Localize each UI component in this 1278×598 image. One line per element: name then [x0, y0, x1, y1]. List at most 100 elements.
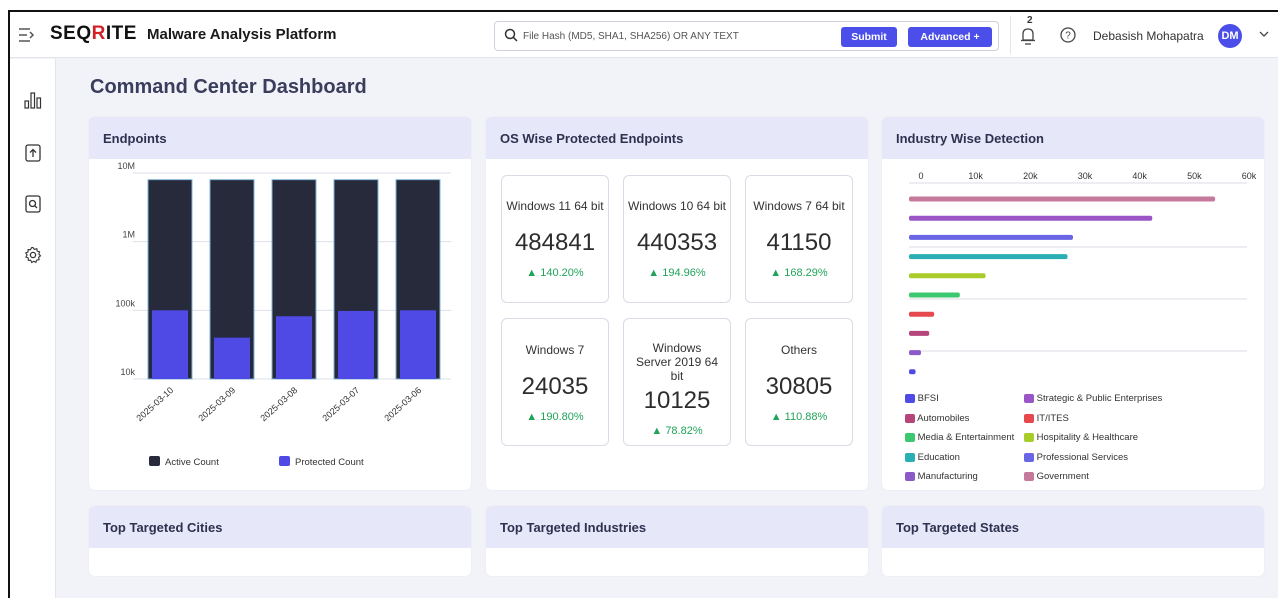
os-name: Others	[780, 343, 817, 357]
trend-up-icon: ▲	[526, 411, 538, 423]
legend-label: BFSI	[915, 393, 939, 404]
advanced-button[interactable]: Advanced +	[908, 27, 992, 47]
endpoints-card: Endpoints 10M 1M 100k 10k 2025-03-10 2025-03-…	[89, 117, 471, 490]
legend-item[interactable]: IT/ITES	[1024, 413, 1069, 424]
os-value: 30805	[765, 373, 833, 400]
legend-item[interactable]: Manufacturing	[905, 471, 978, 482]
app-window: SEQRITE Malware Analysis Platform File H…	[8, 10, 1278, 598]
industry-bar	[909, 254, 1068, 260]
legend-label: Government	[1034, 471, 1089, 483]
settings-gear-icon[interactable]	[24, 246, 42, 264]
avatar[interactable]: DM	[1218, 24, 1242, 48]
top-bar: SEQRITE Malware Analysis Platform File H…	[10, 12, 1278, 58]
os-wise-card: OS Wise Protected Endpoints Windows 11 6…	[486, 117, 868, 490]
os-stat-box[interactable]: Others 30805 ▲ 110.88%	[745, 318, 853, 446]
y-tick-label: 10k	[120, 367, 135, 377]
legend-swatch	[279, 456, 290, 466]
bell-icon[interactable]	[1020, 26, 1036, 46]
x-tick-label: 2025-03-06	[382, 385, 423, 423]
submit-button[interactable]: Submit	[841, 27, 897, 47]
os-value: 10125	[643, 387, 711, 414]
legend-label: Protected Count	[295, 457, 364, 468]
brand-logo[interactable]: SEQRITE	[50, 23, 137, 45]
legend-label: Active Count	[165, 457, 219, 468]
legend-item[interactable]: Professional Services	[1024, 452, 1128, 463]
bar-chart-icon[interactable]	[24, 91, 42, 109]
legend-label: Professional Services	[1034, 451, 1128, 463]
industry-chart: 0 10k 20k 30k 40k 50k 60k	[909, 171, 1257, 375]
search-icon	[504, 28, 518, 42]
search-bar: File Hash (MD5, SHA1, SHA256) OR ANY TEX…	[494, 21, 999, 51]
legend-item[interactable]: Hospitality & Healthcare	[1024, 432, 1138, 443]
search-input[interactable]: File Hash (MD5, SHA1, SHA256) OR ANY TEX…	[523, 31, 739, 42]
x-tick-label: 10k	[968, 171, 983, 181]
help-icon[interactable]: ?	[1060, 27, 1076, 43]
legend-label: IT/ITES	[1034, 412, 1069, 424]
legend-label: Hospitality & Healthcare	[1034, 432, 1139, 444]
industry-bar	[909, 311, 935, 317]
protected-count-bar	[400, 310, 436, 379]
y-tick-label: 1M	[122, 230, 135, 240]
os-name: Windows 7	[525, 343, 585, 357]
page-title: Command Center Dashboard	[90, 76, 367, 98]
os-stat-box[interactable]: Windows 11 64 bit 484841 ▲ 140.20%	[501, 175, 609, 303]
industry-bar	[909, 234, 1073, 240]
os-change: ▲ 140.20%	[526, 267, 584, 279]
os-name: Windows Server 2019 64 bit	[635, 341, 719, 383]
x-tick-label: 30k	[1078, 171, 1093, 181]
endpoints-chart: 10M 1M 100k 10k 2025-03-10 2025-03-09 2025-03-…	[115, 161, 451, 468]
protected-count-bar	[276, 316, 312, 379]
industry-bar	[909, 196, 1216, 202]
industry-bar	[909, 215, 1153, 221]
legend-swatch	[1024, 472, 1034, 482]
industry-bar	[909, 292, 960, 298]
notification-count: 2	[1027, 15, 1033, 26]
legend-swatch	[905, 472, 915, 482]
os-stat-box[interactable]: Windows 10 64 bit 440353 ▲ 194.96%	[623, 175, 731, 303]
os-wise-card-title: OS Wise Protected Endpoints	[486, 117, 868, 159]
os-stat-box[interactable]: Windows 7 64 bit 41150 ▲ 168.29%	[745, 175, 853, 303]
legend-swatch	[1024, 413, 1034, 423]
svg-text:?: ?	[1065, 31, 1071, 42]
endpoints-card-title: Endpoints	[89, 117, 471, 159]
legend-label: Manufacturing	[915, 471, 978, 483]
os-change: ▲ 194.96%	[648, 267, 706, 279]
x-tick-label: 40k	[1132, 171, 1147, 181]
app-title: Malware Analysis Platform	[147, 26, 337, 43]
os-stat-box[interactable]: Windows 7 24035 ▲ 190.80%	[501, 318, 609, 446]
legend-item[interactable]: Education	[905, 452, 960, 463]
os-name: Windows 11 64 bit	[506, 199, 604, 213]
search-document-icon[interactable]	[24, 195, 42, 213]
protected-count-bar	[152, 310, 188, 379]
trend-up-icon: ▲	[526, 267, 538, 279]
legend-item[interactable]: Automobiles	[905, 413, 969, 424]
x-tick-label: 0	[918, 171, 923, 181]
top-cities-card-title: Top Targeted Cities	[89, 506, 471, 548]
top-states-card: Top Targeted States	[882, 506, 1264, 576]
legend-swatch	[149, 456, 160, 466]
trend-up-icon: ▲	[648, 267, 660, 279]
os-stat-box[interactable]: Windows Server 2019 64 bit 10125 ▲ 78.82…	[623, 318, 731, 446]
legend-label: Education	[915, 451, 960, 463]
expand-menu-icon[interactable]	[18, 26, 36, 44]
legend-item[interactable]: Strategic & Public Enterprises	[1024, 393, 1162, 404]
trend-up-icon: ▲	[770, 267, 782, 279]
legend-swatch	[1024, 393, 1034, 403]
x-tick-label: 2025-03-08	[258, 385, 299, 423]
os-change: ▲ 110.88%	[770, 411, 828, 423]
chevron-down-icon[interactable]	[1259, 30, 1269, 38]
x-tick-label: 60k	[1242, 171, 1257, 181]
top-cities-card: Top Targeted Cities	[89, 506, 471, 576]
legend-swatch	[1024, 433, 1034, 443]
legend-item[interactable]: Media & Entertainment	[905, 432, 1014, 443]
upload-file-icon[interactable]	[24, 144, 42, 162]
legend-swatch	[905, 413, 915, 423]
legend-swatch	[905, 452, 915, 462]
legend-item[interactable]: BFSI	[905, 393, 939, 404]
x-tick-label: 20k	[1023, 171, 1038, 181]
legend-swatch	[1024, 452, 1034, 462]
user-name[interactable]: Debasish Mohapatra	[1093, 29, 1204, 43]
trend-up-icon: ▲	[651, 425, 663, 437]
x-tick-label: 50k	[1187, 171, 1202, 181]
legend-item[interactable]: Government	[1024, 471, 1089, 482]
